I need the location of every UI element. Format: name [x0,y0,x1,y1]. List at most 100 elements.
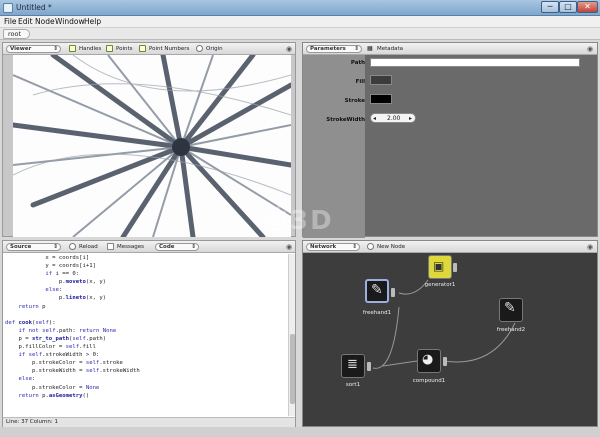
pen-icon: ✎ [371,282,383,298]
code-line: return p [18,303,46,310]
minimize-button[interactable]: ─ [541,1,559,13]
viewer-canvas[interactable] [13,55,291,237]
node-output-port[interactable] [453,263,457,272]
code-line: x = coords[i] [5,255,90,261]
node-freehand2[interactable]: ✎ [499,298,523,322]
code-editor[interactable]: x = coords[i] y = coords[i+1] if i == 0:… [5,254,287,416]
viewer-header: Viewer ⇕ Handles Points Point Numbers Or… [3,43,295,55]
breadcrumb: root [0,28,600,40]
code-line: y = coords[i+1] [5,263,96,270]
code-select[interactable]: Code ⇕ [155,243,199,251]
fill-label: Fill [355,79,365,85]
connection-lines [372,279,516,369]
stroke-width-field[interactable]: ◂ 2.00 ▸ [370,113,416,123]
path-field[interactable] [370,58,580,67]
close-button[interactable]: ✕ [577,1,598,13]
node-label-compound1: compound1 [412,378,446,384]
code-line: p.strokeWidth = self.strokeWidth [5,368,140,375]
stroke-width-label: StrokeWidth [326,117,365,123]
sort-icon: ≣ [347,357,358,372]
source-pane-select[interactable]: Source ⇕ [6,243,61,251]
network-pane-select[interactable]: Network ⇕ [306,243,360,251]
network-pane-label: Network [310,244,337,250]
code-scrollbar[interactable] [288,254,295,416]
menu-help[interactable]: Help [84,17,101,26]
chevron-updown-icon: ⇕ [354,46,359,52]
handles-checkbox[interactable] [69,45,76,52]
code-line: p.lineto(x, y) [5,295,107,302]
panel-menu-icon[interactable]: ◉ [286,45,292,53]
node-compound1[interactable]: ◕ [417,349,441,373]
parameters-header: Parameters ⇕ ▦ Metadata ◉ [303,43,597,55]
chevron-updown-icon: ⇕ [53,244,58,250]
point-numbers-label: Point Numbers [149,46,190,52]
viewer-panel: Viewer ⇕ Handles Points Point Numbers Or… [2,42,296,237]
title-bar: Untitled * ─ □ ✕ [0,0,600,16]
compound-icon: ◕ [422,352,434,367]
breadcrumb-root[interactable]: root [3,29,31,39]
viewer-pane-label: Viewer [10,46,32,52]
viewer-pane-select[interactable]: Viewer ⇕ [6,45,61,53]
points-checkbox[interactable] [106,45,113,52]
parameters-pane-label: Parameters [310,46,346,52]
code-line: if self.strokeWidth > 0: [18,352,100,359]
menu-edit[interactable]: Edit [18,17,33,26]
chevron-updown-icon: ⇕ [352,244,357,250]
messages-button[interactable]: Messages [117,244,144,250]
ferris-wheel-photo [13,55,291,237]
menu-node[interactable]: Node [35,17,55,26]
point-numbers-checkbox[interactable] [139,45,146,52]
new-node-button[interactable]: New Node [377,244,405,250]
fill-color-swatch[interactable] [370,75,392,85]
menu-window[interactable]: Window [55,17,85,26]
code-line: p = str_to_path(self.path) [5,335,107,342]
node-label-freehand2: freehand2 [496,327,526,333]
decrement-icon[interactable]: ◂ [373,115,376,122]
source-pane-label: Source [10,244,32,250]
code-line: else: [18,376,36,383]
watermark: 迪3D [262,206,334,236]
cursor-status: Line: 37 Column: 1 [3,417,295,427]
node-sort1[interactable]: ≣ [341,354,365,378]
reload-icon[interactable] [69,243,76,250]
maximize-button[interactable]: □ [559,1,577,13]
origin-label: Origin [206,46,223,52]
metadata-label[interactable]: Metadata [377,46,403,52]
panel-menu-icon[interactable]: ◉ [587,243,593,251]
metadata-icon: ▦ [367,45,373,52]
messages-icon[interactable] [107,243,114,250]
generator-icon: ▣ [433,259,445,273]
window-title: Untitled * [16,3,52,12]
node-output-port[interactable] [391,288,395,297]
node-freehand1[interactable]: ✎ [365,279,389,303]
code-line: def cook(self): [5,319,56,326]
path-label: Path [350,60,365,66]
network-header: Network ⇕ New Node ◉ [303,241,597,253]
origin-checkbox[interactable] [196,45,203,52]
parameters-pane-select[interactable]: Parameters ⇕ [306,45,362,53]
stroke-width-value: 2.00 [387,115,401,122]
code-line: return p.asGeometry() [18,392,90,399]
scrollbar-thumb[interactable] [290,334,295,404]
code-line: p.strokeColor = self.stroke [5,360,123,367]
code-line: else: [45,287,63,294]
chevron-updown-icon: ⇕ [191,244,196,250]
panel-menu-icon[interactable]: ◉ [587,45,593,53]
node-output-port[interactable] [367,362,371,371]
stroke-color-swatch[interactable] [370,94,392,104]
node-label-generator1: generator1 [424,282,456,288]
node-generator1[interactable]: ▣ [428,255,452,279]
points-label: Points [116,46,133,52]
plus-icon[interactable] [367,243,374,250]
taskbar-strip [0,427,600,437]
node-label-freehand1: freehand1 [362,310,392,316]
increment-icon[interactable]: ▸ [409,115,412,122]
reload-button[interactable]: Reload [79,244,98,250]
source-header: Source ⇕ Reload Messages Code ⇕ ◉ [3,241,295,253]
menu-file[interactable]: File [4,17,17,26]
node-output-port[interactable] [443,357,447,366]
panel-menu-icon[interactable]: ◉ [286,243,292,251]
parameters-panel: Parameters ⇕ ▦ Metadata ◉ Path Fill Stro… [302,42,598,238]
code-line: p.strokeColor = None [5,384,100,391]
